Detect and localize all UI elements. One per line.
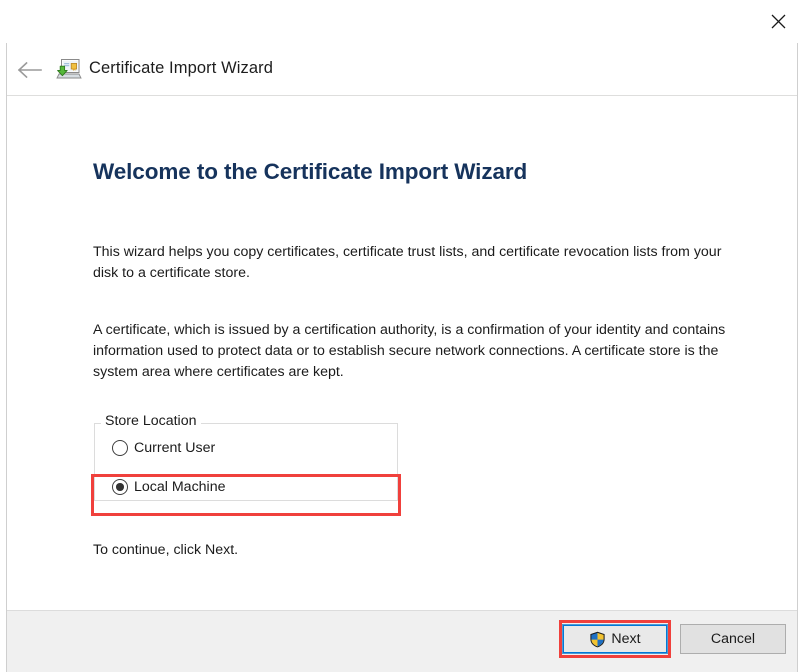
uac-shield-icon xyxy=(589,631,606,648)
store-location-legend: Store Location xyxy=(101,413,201,429)
continue-hint: To continue, click Next. xyxy=(93,540,493,561)
certificate-import-icon xyxy=(56,57,82,83)
cancel-button[interactable]: Cancel xyxy=(680,624,786,654)
wizard-content: Welcome to the Certificate Import Wizard… xyxy=(7,96,797,610)
wizard-header: Certificate Import Wizard xyxy=(7,43,797,96)
certificate-import-wizard-window: Certificate Import Wizard Welcome to the… xyxy=(0,0,804,672)
back-arrow-icon xyxy=(17,61,43,79)
window-title: Certificate Import Wizard xyxy=(89,59,273,78)
intro-paragraph: This wizard helps you copy certificates,… xyxy=(93,242,733,284)
next-button-label: Next xyxy=(611,631,640,647)
close-button[interactable] xyxy=(752,0,804,43)
radio-local-machine-label: Local Machine xyxy=(134,479,226,495)
radio-local-machine[interactable]: Local Machine xyxy=(112,479,226,495)
cancel-button-label: Cancel xyxy=(711,631,755,647)
radio-current-user-label: Current User xyxy=(134,440,215,456)
wizard-footer xyxy=(7,610,797,672)
description-paragraph: A certificate, which is issued by a cert… xyxy=(93,320,748,383)
back-button[interactable] xyxy=(14,54,46,86)
title-bar xyxy=(0,0,804,43)
radio-unchecked-icon xyxy=(112,440,128,456)
radio-checked-icon xyxy=(112,479,128,495)
page-title: Welcome to the Certificate Import Wizard xyxy=(93,159,527,185)
next-button[interactable]: Next xyxy=(562,624,668,654)
radio-current-user[interactable]: Current User xyxy=(112,440,215,456)
window-border-right xyxy=(797,43,798,672)
close-icon xyxy=(771,14,786,29)
